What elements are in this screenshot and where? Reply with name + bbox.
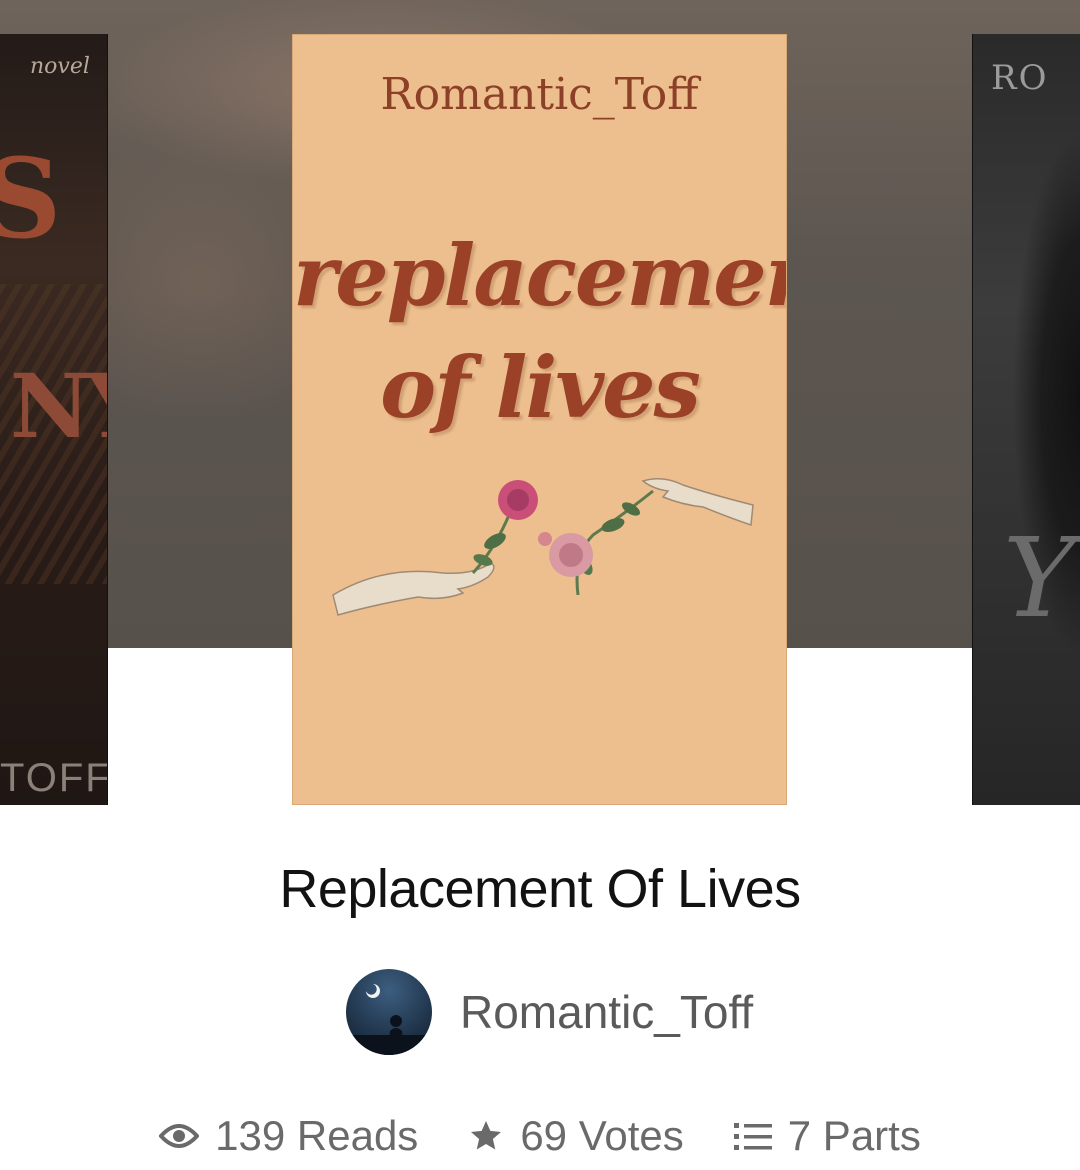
hands-roses-illustration bbox=[332, 478, 754, 616]
cover-right-letter: Y bbox=[1003, 514, 1076, 642]
story-stats: 139 Reads 69 Votes 7 Parts bbox=[0, 1108, 1080, 1164]
parts-stat[interactable]: 7 Parts bbox=[733, 1112, 921, 1160]
next-story-cover[interactable]: RO Y bbox=[972, 34, 1080, 805]
parts-count: 7 Parts bbox=[787, 1112, 921, 1159]
list-icon bbox=[733, 1123, 772, 1150]
votes-stat: 69 Votes bbox=[468, 1112, 684, 1160]
cover-right-title-fragment: RO bbox=[991, 58, 1049, 98]
cover-title-line2: of lives bbox=[380, 338, 701, 437]
cover-left-letter: S bbox=[0, 134, 61, 263]
story-cover[interactable]: Romantic_Toff replacement of lives bbox=[292, 34, 787, 805]
eye-icon bbox=[159, 1124, 200, 1148]
cover-left-tag: novel bbox=[30, 54, 90, 79]
votes-count: 69 Votes bbox=[520, 1112, 684, 1159]
cover-left-letters: NY bbox=[10, 354, 107, 458]
author-link[interactable]: Romantic_Toff bbox=[346, 968, 753, 1056]
author-name[interactable]: Romantic_Toff bbox=[460, 985, 753, 1039]
star-icon bbox=[471, 1121, 502, 1150]
reads-stat: 139 Reads bbox=[159, 1112, 418, 1160]
story-title: Replacement Of Lives bbox=[279, 859, 801, 919]
previous-story-cover[interactable]: novel S NY TOFF bbox=[0, 34, 108, 805]
cover-author: Romantic_Toff bbox=[380, 69, 699, 120]
avatar-silhouette-icon bbox=[346, 984, 432, 1055]
cover-left-author: TOFF bbox=[0, 756, 108, 800]
cover-title-line1: replacement bbox=[293, 226, 786, 325]
cover-title: replacement of lives bbox=[293, 220, 786, 444]
reads-count: 139 Reads bbox=[215, 1112, 419, 1159]
author-avatar[interactable] bbox=[346, 969, 432, 1055]
